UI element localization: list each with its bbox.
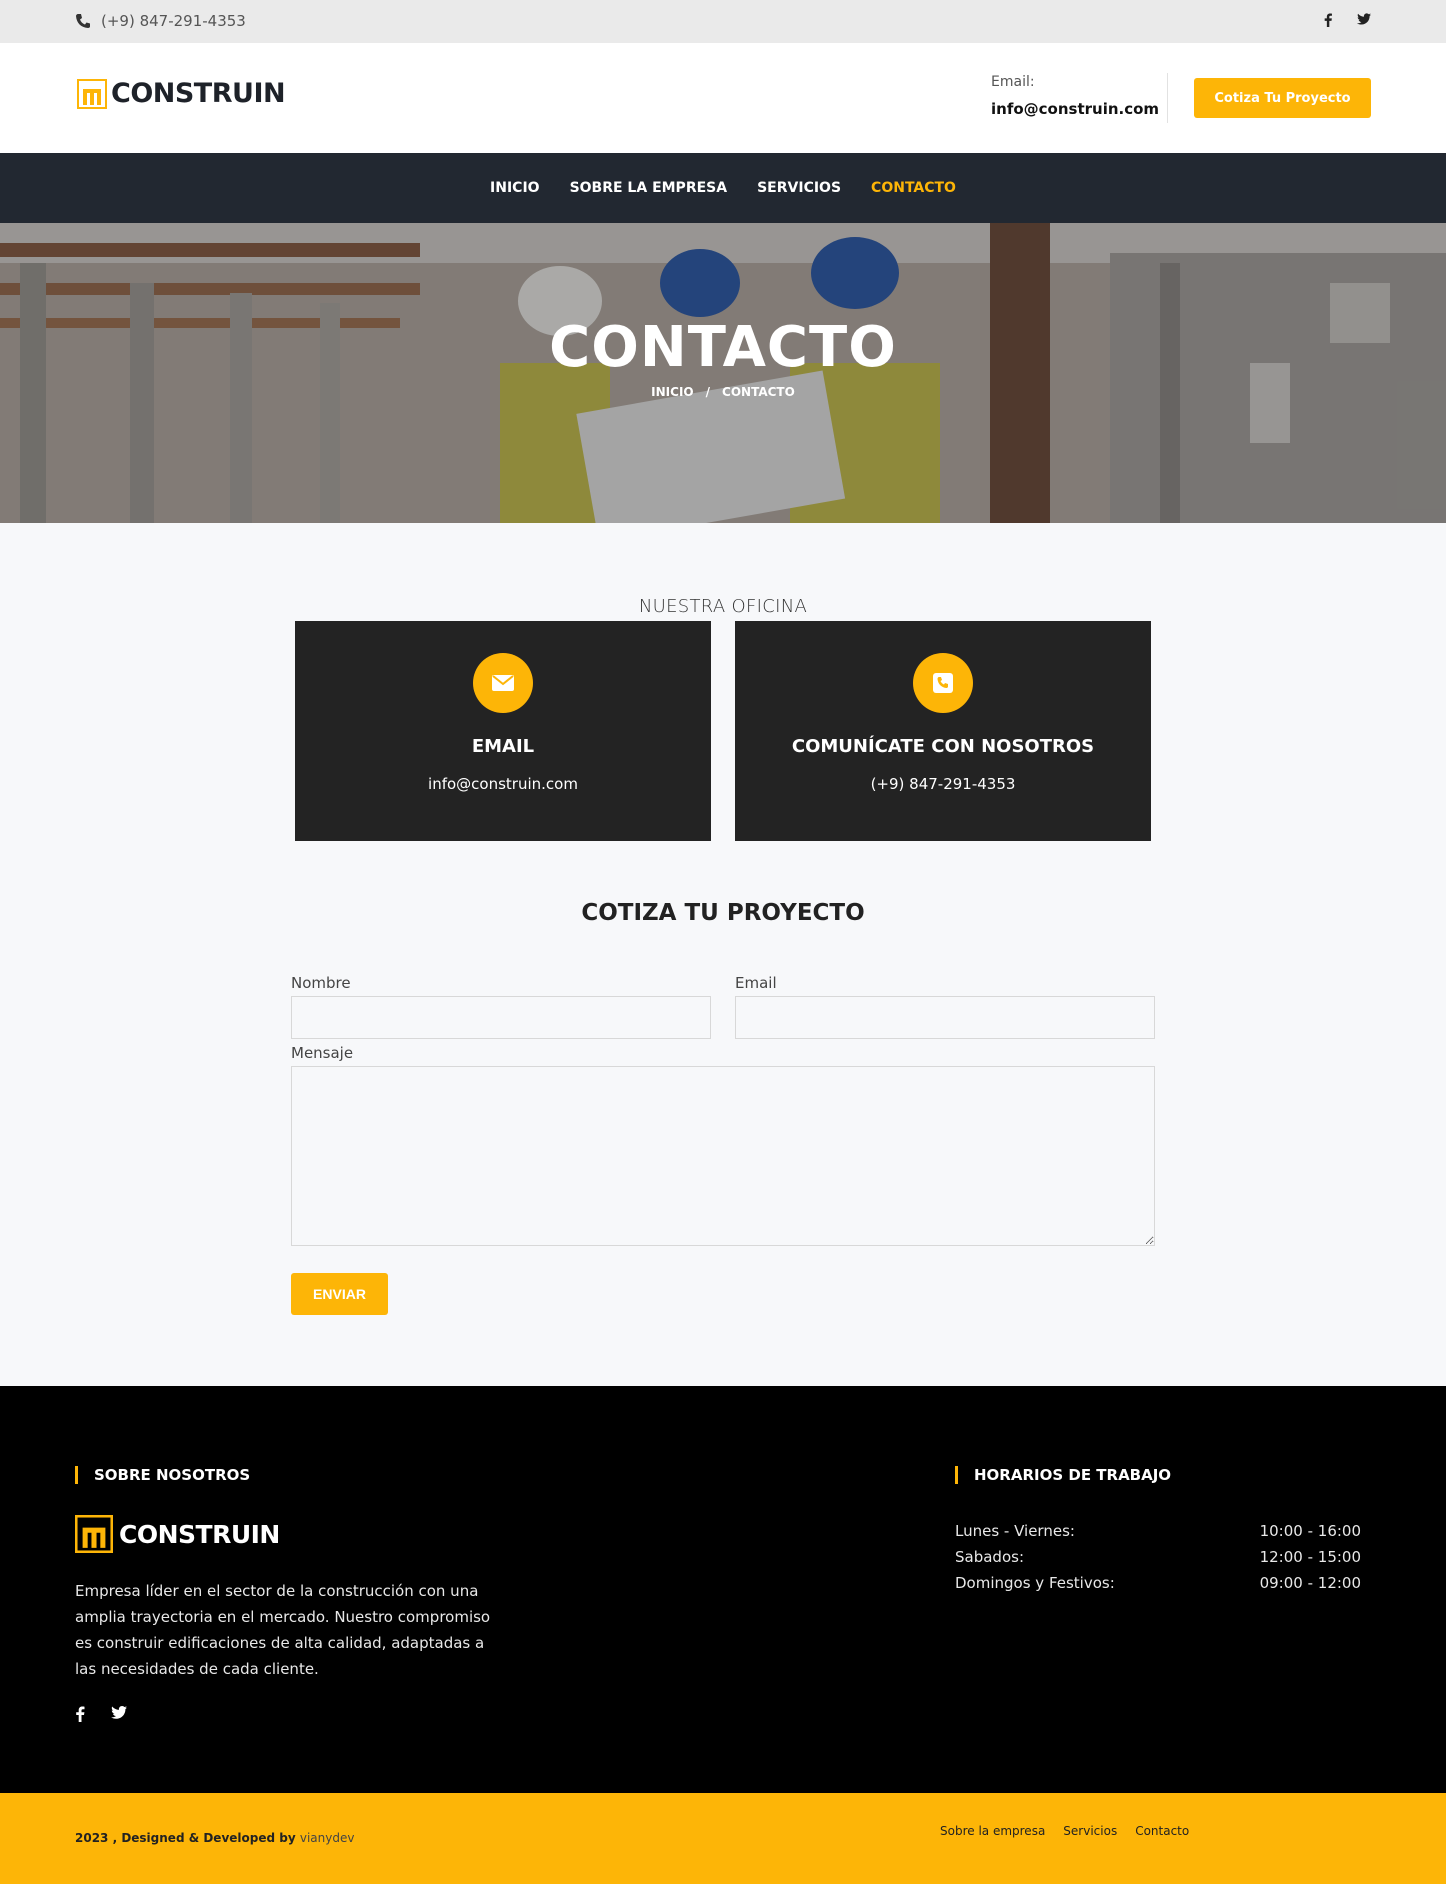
site-footer: SOBRE NOSOTROS CONSTRUIN Empresa líder e… xyxy=(0,1386,1446,1793)
hero-title: CONTACTO xyxy=(549,315,897,380)
footer-logo-text: CONSTRUIN xyxy=(119,1519,280,1549)
facebook-icon[interactable] xyxy=(1323,13,1333,27)
hours-row: Domingos y Festivos: 09:00 - 12:00 xyxy=(955,1570,1361,1596)
phone-icon-circle xyxy=(913,653,973,713)
bottom-link-sobre-la-empresa[interactable]: Sobre la empresa xyxy=(940,1824,1045,1838)
email-input[interactable] xyxy=(735,996,1155,1039)
message-label: Mensaje xyxy=(291,1044,354,1062)
hours-row: Sabados: 12:00 - 15:00 xyxy=(955,1544,1361,1570)
header-email-value[interactable]: info@construin.com xyxy=(991,100,1159,118)
logo-text: CONSTRUIN xyxy=(111,78,286,109)
copyright-text: 2023 , Designed & Developed by vianydev xyxy=(75,1831,354,1845)
phone-square-icon xyxy=(933,673,953,693)
main-nav: INICIO SOBRE LA EMPRESA SERVICIOS CONTAC… xyxy=(0,153,1446,223)
phone-card-value[interactable]: (+9) 847-291-4353 xyxy=(735,775,1151,793)
breadcrumb-home[interactable]: INICIO xyxy=(651,385,693,399)
header-email-block: Email: info@construin.com xyxy=(991,74,1159,118)
footer-socials xyxy=(75,1706,127,1722)
site-logo[interactable]: CONSTRUIN xyxy=(77,78,286,109)
bottom-link-servicios[interactable]: Servicios xyxy=(1063,1824,1117,1838)
email-icon-circle xyxy=(473,653,533,713)
hours-day: Domingos y Festivos: xyxy=(955,1574,1115,1592)
email-card: EMAIL info@construin.com xyxy=(295,621,711,841)
name-label: Nombre xyxy=(291,974,351,992)
bottom-bar: 2023 , Designed & Developed by vianydev … xyxy=(0,1793,1446,1884)
email-card-value[interactable]: info@construin.com xyxy=(295,775,711,793)
footer-logo[interactable]: CONSTRUIN xyxy=(75,1515,280,1553)
header-email-label: Email: xyxy=(991,74,1035,90)
breadcrumb-separator: / xyxy=(705,385,711,399)
developer-link[interactable]: vianydev xyxy=(300,1831,355,1845)
bottom-links: Sobre la empresa Servicios Contacto xyxy=(940,1824,1189,1838)
message-textarea[interactable] xyxy=(291,1066,1155,1246)
twitter-icon[interactable] xyxy=(1357,13,1371,25)
hours-day: Sabados: xyxy=(955,1548,1024,1566)
header-divider xyxy=(1167,73,1168,123)
nav-item-contacto[interactable]: CONTACTO xyxy=(871,180,956,196)
office-section-title: NUESTRA OFICINA xyxy=(638,596,808,617)
envelope-icon xyxy=(492,675,514,691)
topbar-phone-text: (+9) 847-291-4353 xyxy=(101,12,246,30)
quote-project-button[interactable]: Cotiza Tu Proyecto xyxy=(1194,78,1371,118)
email-card-title: EMAIL xyxy=(471,736,535,757)
hours-time: 09:00 - 12:00 xyxy=(1259,1574,1361,1592)
email-label: Email xyxy=(735,974,777,992)
quote-form-title: COTIZA TU PROYECTO xyxy=(581,900,865,926)
bottom-link-contacto[interactable]: Contacto xyxy=(1135,1824,1189,1838)
phone-icon xyxy=(76,14,90,28)
logo-building-icon xyxy=(77,78,107,109)
hours-time: 12:00 - 15:00 xyxy=(1259,1548,1361,1566)
nav-item-inicio[interactable]: INICIO xyxy=(490,180,540,196)
breadcrumb-current: CONTACTO xyxy=(722,385,795,399)
twitter-icon[interactable] xyxy=(111,1706,127,1719)
hours-row: Lunes - Viernes: 10:00 - 16:00 xyxy=(955,1518,1361,1544)
facebook-icon[interactable] xyxy=(75,1706,85,1722)
footer-description: Empresa líder en el sector de la constru… xyxy=(75,1582,491,1678)
topbar-socials xyxy=(1323,13,1371,27)
copyright-label: 2023 , Designed & Developed by xyxy=(75,1831,296,1845)
breadcrumb: INICIO / CONTACTO xyxy=(0,385,1446,399)
topbar-phone[interactable]: (+9) 847-291-4353 xyxy=(75,12,246,30)
nav-item-sobre-la-empresa[interactable]: SOBRE LA EMPRESA xyxy=(570,180,728,196)
footer-hours-heading: HORARIOS DE TRABAJO xyxy=(955,1466,1171,1484)
nav-item-servicios[interactable]: SERVICIOS xyxy=(757,180,841,196)
hours-time: 10:00 - 16:00 xyxy=(1259,1522,1361,1540)
name-input[interactable] xyxy=(291,996,711,1039)
phone-card-title: COMUNÍCATE CON NOSOTROS xyxy=(791,736,1095,757)
send-button[interactable]: ENVIAR xyxy=(291,1273,388,1315)
hero-banner: CONTACTO INICIO / CONTACTO xyxy=(0,223,1446,523)
phone-card: COMUNÍCATE CON NOSOTROS (+9) 847-291-435… xyxy=(735,621,1151,841)
footer-about-heading: SOBRE NOSOTROS xyxy=(75,1466,250,1484)
hours-day: Lunes - Viernes: xyxy=(955,1522,1075,1540)
site-header: CONSTRUIN Email: info@construin.com Coti… xyxy=(0,43,1446,153)
hours-list: Lunes - Viernes: 10:00 - 16:00 Sabados: … xyxy=(955,1518,1361,1596)
logo-building-icon xyxy=(75,1515,113,1553)
top-bar: (+9) 847-291-4353 xyxy=(0,0,1446,43)
